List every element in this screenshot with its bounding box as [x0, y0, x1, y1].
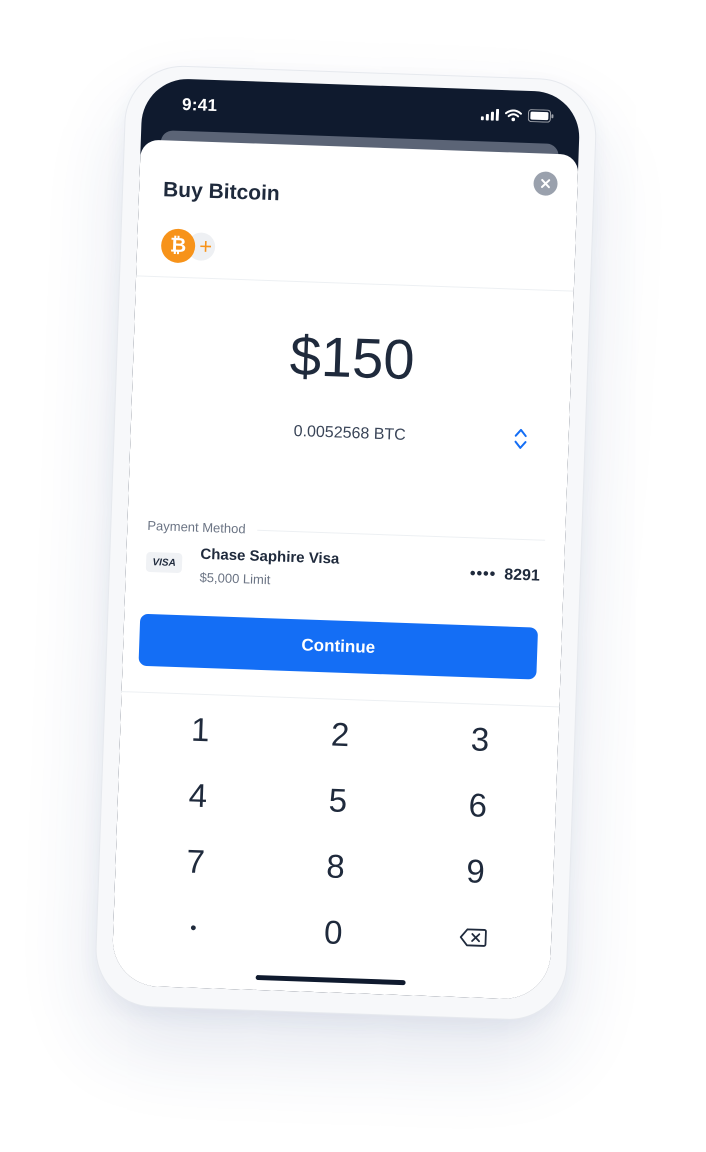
- stage: 9:41 Buy Bitcoin ₿ + $150 0.0052568 BTC …: [0, 0, 706, 1152]
- phone-screen: 9:41 Buy Bitcoin ₿ + $150 0.0052568 BTC …: [111, 77, 581, 1001]
- continue-button[interactable]: Continue: [138, 613, 539, 680]
- fiat-amount: $150: [289, 323, 416, 392]
- header-divider: [136, 275, 574, 292]
- buy-sheet: Buy Bitcoin ₿ + $150 0.0052568 BTC Payme…: [111, 139, 579, 1001]
- key-decimal[interactable]: •: [132, 898, 254, 958]
- key-0[interactable]: 0: [272, 903, 394, 963]
- key-backspace[interactable]: [412, 907, 534, 967]
- card-last4: 8291: [503, 566, 541, 585]
- page-title: Buy Bitcoin: [162, 178, 281, 206]
- phone-frame: 9:41 Buy Bitcoin ₿ + $150 0.0052568 BTC …: [93, 63, 599, 1022]
- key-9[interactable]: 9: [415, 842, 537, 902]
- home-indicator[interactable]: [255, 974, 406, 986]
- status-icons: [480, 107, 554, 123]
- payment-method-row[interactable]: VISA Chase Saphire Visa $5,000 Limit •••…: [141, 540, 541, 604]
- swap-currency-button[interactable]: [510, 425, 531, 454]
- visa-card-icon: VISA: [145, 551, 183, 574]
- key-3[interactable]: 3: [419, 710, 541, 770]
- backspace-icon: [459, 928, 487, 947]
- battery-icon: [527, 109, 554, 123]
- cellular-signal-icon: [480, 108, 500, 121]
- card-limit: $5,000 Limit: [199, 569, 271, 588]
- key-5[interactable]: 5: [277, 771, 399, 831]
- card-mask-dots: ••••: [469, 565, 497, 584]
- key-7[interactable]: 7: [135, 832, 257, 892]
- bitcoin-icon[interactable]: ₿: [160, 228, 196, 264]
- close-icon: [540, 178, 551, 189]
- asset-selector: ₿ +: [160, 228, 242, 267]
- key-4[interactable]: 4: [137, 766, 259, 826]
- payment-method-label: Payment Method: [147, 517, 246, 537]
- phone-tilt: 9:41 Buy Bitcoin ₿ + $150 0.0052568 BTC …: [0, 0, 706, 1152]
- card-number: •••• 8291: [470, 565, 541, 585]
- key-8[interactable]: 8: [275, 837, 397, 897]
- swap-vertical-icon: [514, 428, 527, 449]
- key-2[interactable]: 2: [279, 705, 401, 765]
- close-button[interactable]: [533, 171, 558, 197]
- number-keypad: 1 2 3 4 5 6 7 8 9 • 0: [121, 699, 559, 951]
- card-name: Chase Saphire Visa: [200, 545, 340, 568]
- wifi-icon: [505, 108, 522, 121]
- key-1[interactable]: 1: [139, 700, 261, 760]
- payment-method-divider: [257, 529, 546, 541]
- status-time: 9:41: [181, 94, 218, 116]
- crypto-amount: 0.0052568 BTC: [293, 422, 407, 444]
- key-6[interactable]: 6: [417, 776, 539, 836]
